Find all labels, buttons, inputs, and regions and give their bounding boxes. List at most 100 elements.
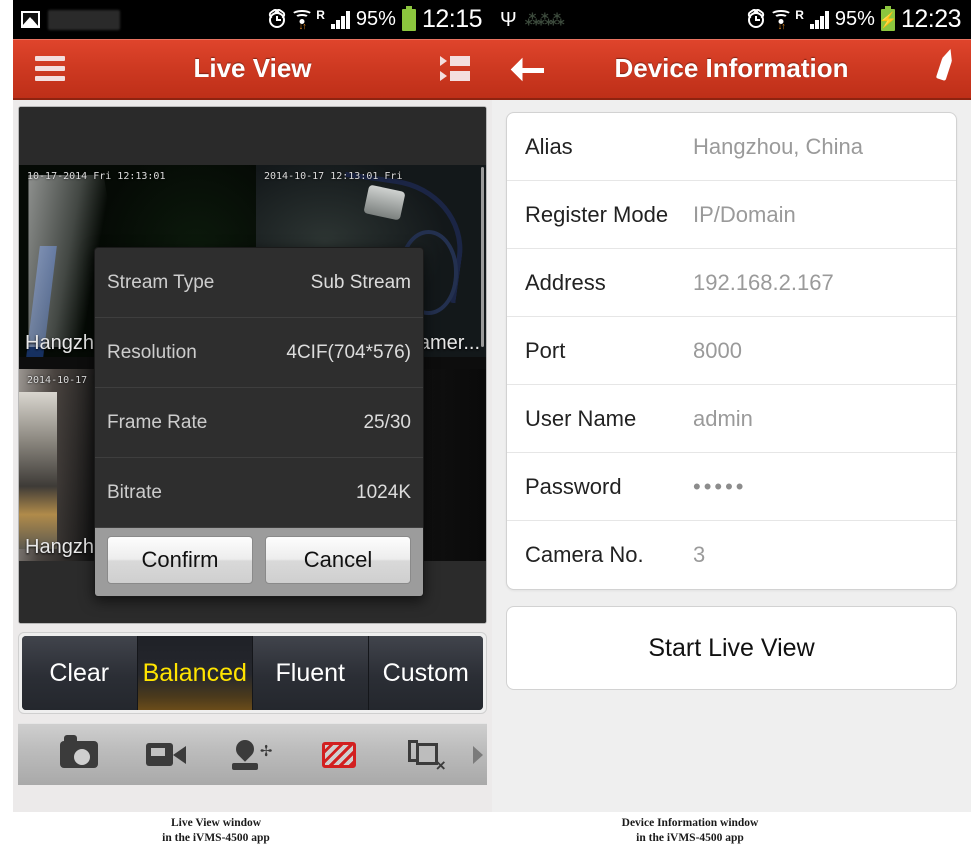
video-top-filler [19,107,486,165]
usb-icon: Ψ [500,8,517,31]
field-label: User Name [525,405,637,431]
battery-icon [401,5,416,31]
field-value: IP/Domain [693,201,796,227]
field-row-user-name[interactable]: User Name admin [507,385,956,453]
dialog-value: Sub Stream [310,271,411,293]
left-caption-line1: Live View window [170,817,262,829]
signal-bars-icon [330,10,350,29]
wifi-icon: ↓↑ [770,9,793,30]
dialog-value: 25/30 [363,411,411,433]
dialog-key: Resolution [107,341,197,363]
field-label: Password [525,473,622,499]
field-label: Address [525,269,606,295]
right-status-right-icons: ↓↑ R 95% ⚡ 12:23 [748,5,962,34]
hamburger-menu-icon[interactable] [35,56,65,81]
field-value: Hangzhou, China [693,133,864,159]
record-video-button[interactable] [123,741,210,768]
confirm-button[interactable]: Confirm [107,536,253,584]
signal-bars-icon [809,10,829,29]
camera-timestamp: 2014-10-17 12:13:01 Fri [264,171,403,182]
close-all-button[interactable]: × [382,739,469,774]
camera-timestamp: 10-17-2014 Fri 12:13:01 [27,171,166,182]
dialog-value: 4CIF(704*576) [286,341,411,363]
quality-option-clear[interactable]: Clear [22,636,138,710]
device-information-phone: Ψ ⁂⁂⁂ ↓↑ R 95% ⚡ 12:23 Device Informatio… [492,0,971,812]
quality-option-balanced[interactable]: Balanced [137,636,253,710]
left-status-bar: ↓↑ R 95% 12:15 [13,0,492,39]
alarm-icon [269,11,286,28]
right-status-bar: Ψ ⁂⁂⁂ ↓↑ R 95% ⚡ 12:23 [492,0,971,39]
field-label: Camera No. [525,542,644,567]
dialog-row-frame-rate[interactable]: Frame Rate 25/30 [95,388,423,458]
right-caption-line1: Device Information window [621,817,759,829]
dialog-key: Frame Rate [107,411,208,433]
field-value: admin [693,405,753,431]
edit-pencil-icon[interactable] [935,46,956,85]
status-clock: 12:15 [421,5,483,33]
field-row-camera-no[interactable]: Camera No. 3 [507,521,956,589]
start-live-view-button[interactable]: Start Live View [506,606,957,690]
screenshot-root: ↓↑ R 95% 12:15 Live View 10-17-2014 Fri … [0,0,974,852]
quality-option-custom[interactable]: Custom [368,636,483,710]
live-view-body: 10-17-2014 Fri 12:13:01 Hangzh... 2014-1… [13,100,492,812]
dialog-value: 1024K [356,481,411,503]
page-title: Live View [193,53,312,83]
field-value: 3 [693,542,706,567]
capture-snapshot-button[interactable] [36,735,123,768]
right-caption: Device Information window in the iVMS-45… [490,816,890,846]
ptz-control-button[interactable]: ✢ [209,735,296,770]
live-view-appbar: Live View [13,39,492,100]
quality-selector: Clear Balanced Fluent Custom [18,632,487,714]
field-row-password[interactable]: Password ••••• [507,453,956,521]
dialog-actions: Confirm Cancel [95,528,423,596]
left-caption-line2: in the iVMS-4500 app [162,832,270,844]
quality-option-fluent[interactable]: Fluent [253,636,369,710]
device-info-appbar: Device Information [492,39,971,100]
close-all-windows-icon: × [407,739,446,774]
dialog-row-bitrate[interactable]: Bitrate 1024K [95,458,423,528]
right-status-left-icons: Ψ ⁂⁂⁂ [500,8,565,31]
audio-toggle-button[interactable] [296,741,383,768]
left-status-right-icons: ↓↑ R 95% 12:15 [269,5,483,34]
audio-muted-icon [322,741,357,768]
dialog-row-resolution[interactable]: Resolution 4CIF(704*576) [95,318,423,388]
field-label: Alias [525,133,573,159]
photo-icon [21,11,40,28]
cancel-button[interactable]: Cancel [265,536,411,584]
dialog-key: Bitrate [107,481,162,503]
page-title: Device Information [614,53,849,83]
device-info-body: Alias Hangzhou, China Register Mode IP/D… [492,100,971,812]
chevron-right-icon[interactable] [473,745,483,764]
eco-icon: ⁂⁂⁂ [524,10,565,29]
status-clock: 12:23 [900,5,962,33]
ptz-control-icon: ✢ [232,735,272,770]
right-caption-line2: in the iVMS-4500 app [636,832,744,844]
wifi-icon: ↓↑ [291,9,314,30]
dialog-key: Stream Type [107,271,215,293]
capture-snapshot-icon [60,735,99,768]
battery-charging-icon: ⚡ [879,5,897,31]
live-view-phone: ↓↑ R 95% 12:15 Live View 10-17-2014 Fri … [13,0,492,812]
field-row-address[interactable]: Address 192.168.2.167 [507,249,956,317]
field-value: ••••• [693,473,747,499]
field-value: 192.168.2.167 [693,269,834,295]
battery-percent: 95% [834,8,875,30]
battery-percent: 95% [355,8,396,30]
field-row-port[interactable]: Port 8000 [507,317,956,385]
dialog-row-stream-type[interactable]: Stream Type Sub Stream [95,248,423,318]
field-value: 8000 [693,337,742,363]
video-grid[interactable]: 10-17-2014 Fri 12:13:01 Hangzh... 2014-1… [18,106,487,624]
field-row-register-mode[interactable]: Register Mode IP/Domain [507,181,956,249]
stream-settings-dialog: Stream Type Sub Stream Resolution 4CIF(7… [94,247,424,597]
field-label: Register Mode [525,201,669,227]
left-status-left-icons [21,9,120,30]
roaming-indicator: R [316,8,325,22]
alarm-icon [748,11,765,28]
redacted-label [48,9,120,30]
field-row-alias[interactable]: Alias Hangzhou, China [507,113,956,181]
back-arrow-icon[interactable] [514,55,548,83]
video-scrollbar[interactable] [481,167,484,347]
camera-list-icon[interactable] [440,56,470,81]
left-caption: Live View window in the iVMS-4500 app [16,816,416,846]
field-label: Port [525,337,566,363]
